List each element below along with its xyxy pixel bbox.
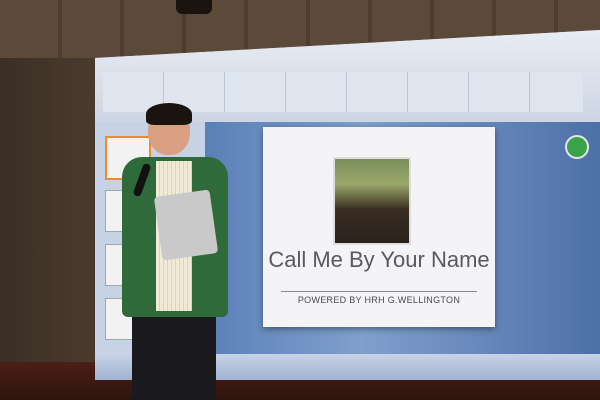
left-wall [0,58,100,378]
slide-divider [281,291,477,292]
slide-photo [333,157,411,245]
presenter-hair [146,103,192,125]
slide-subtitle: POWERED BY HRH G.WELLINGTON [297,295,461,305]
green-circle-icon [565,135,589,159]
presenter [108,103,248,400]
ceiling-light-fixture [176,0,212,14]
slide-editing-area: Call Me By Your Name POWERED BY HRH G.WE… [205,122,600,354]
current-slide: Call Me By Your Name POWERED BY HRH G.WE… [263,127,495,327]
photo-scene: Call Me By Your Name POWERED BY HRH G.WE… [0,0,600,400]
slide-title: Call Me By Your Name [268,247,490,272]
presenter-legs [132,313,216,400]
laptop [153,189,219,261]
